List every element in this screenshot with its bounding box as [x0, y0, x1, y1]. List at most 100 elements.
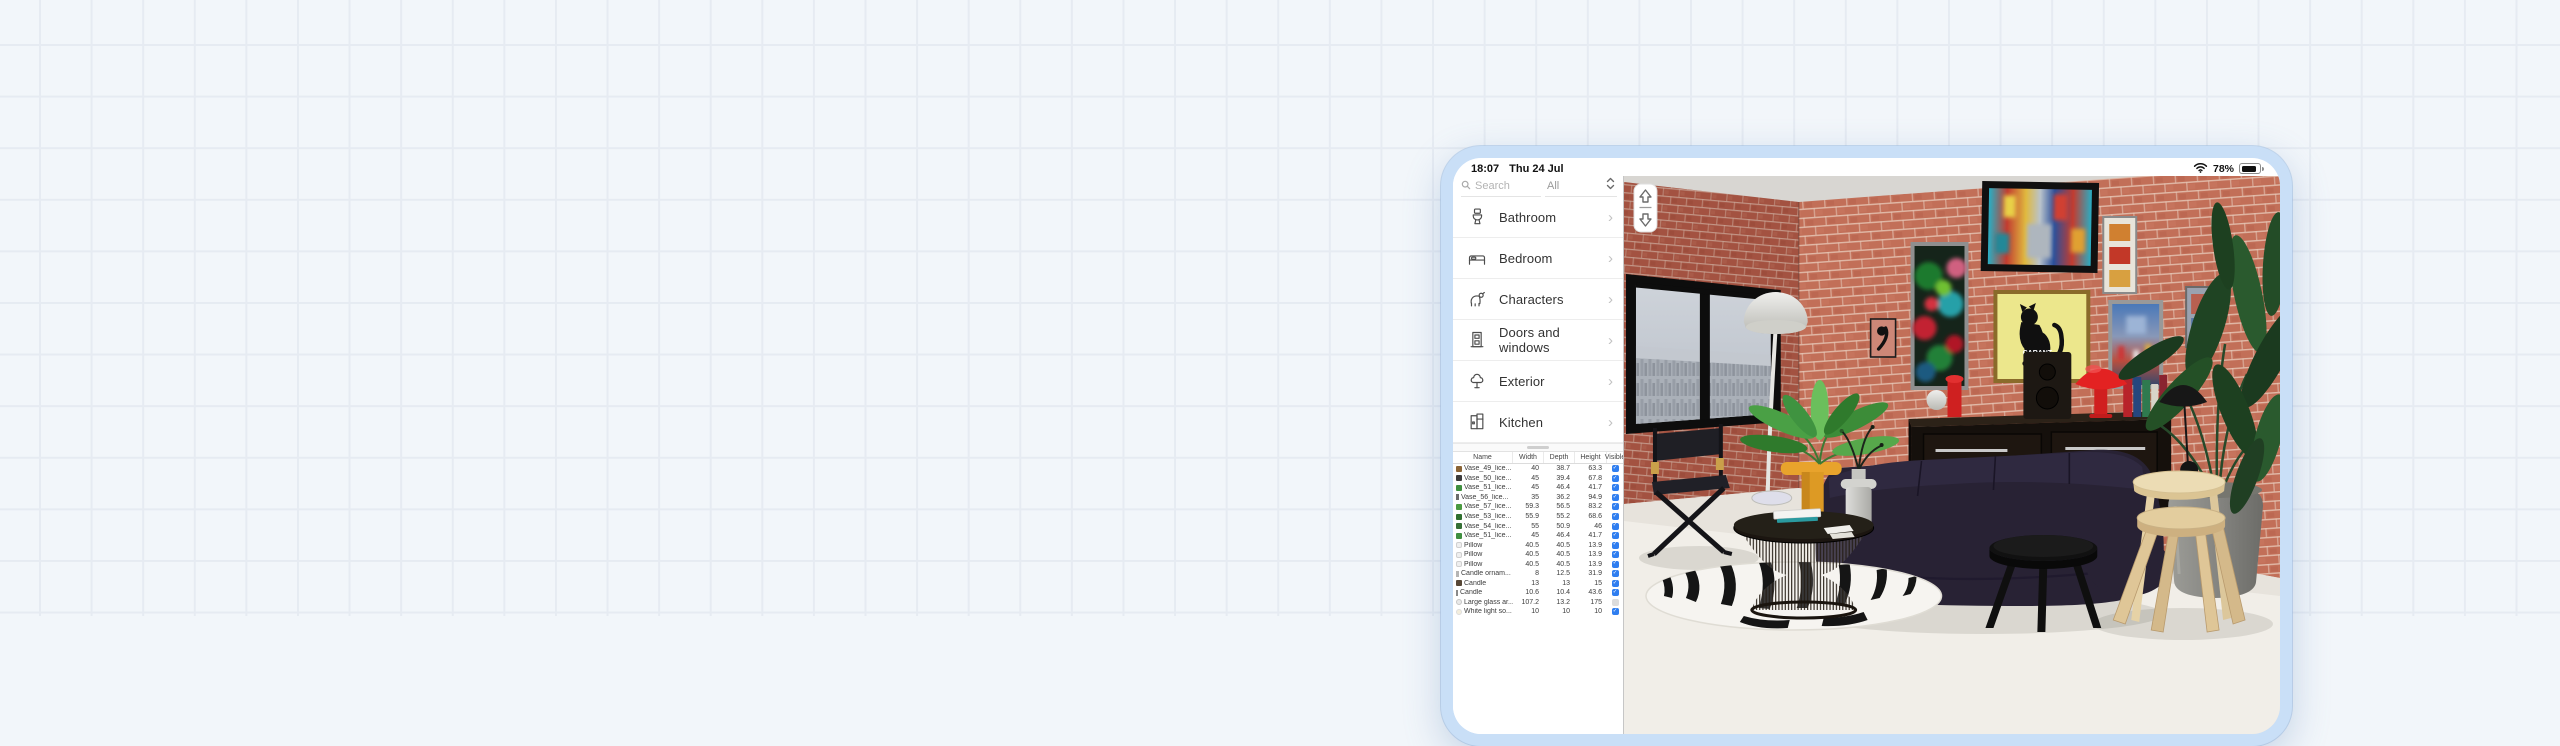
sidebar-item-bedroom[interactable]: Bedroom›: [1453, 238, 1623, 279]
visible-checkbox[interactable]: ✓: [1612, 465, 1619, 472]
objects-table: Name Width Depth Height Visible Vase_49_…: [1453, 452, 1623, 734]
col-width[interactable]: Width: [1513, 452, 1544, 463]
library-sidebar: All Bathroom›Bedroom›Characters›Doors an…: [1453, 176, 1623, 734]
sidebar-item-exterior[interactable]: Exterior›: [1453, 361, 1623, 402]
visible-checkbox[interactable]: ✓: [1612, 484, 1619, 491]
panel-resize-handle[interactable]: [1453, 443, 1623, 452]
clock: 18:07: [1471, 163, 1499, 175]
visible-checkbox[interactable]: ✓: [1612, 532, 1619, 539]
elevation-control[interactable]: [1634, 184, 1657, 232]
search-box[interactable]: [1461, 176, 1541, 197]
sidebar-item-label: Bathroom: [1499, 210, 1596, 225]
visible-checkbox[interactable]: ✓: [1612, 580, 1619, 587]
object-height: 63.3: [1575, 465, 1607, 472]
sidebar-item-bathroom[interactable]: Bathroom›: [1453, 197, 1623, 238]
triptych-frame: [2103, 217, 2136, 293]
sidebar-item-label: Exterior: [1499, 374, 1596, 389]
candle-block-thumbnail: [1456, 580, 1462, 586]
table-row[interactable]: Vase_54_lice...5550.946✓: [1453, 521, 1623, 531]
sidebar-item-label: Doors and windows: [1499, 325, 1596, 355]
table-row[interactable]: Pillow40.540.513.9✓: [1453, 540, 1623, 550]
visible-checkbox[interactable]: ✓: [1612, 513, 1619, 520]
sidebar-item-label: Kitchen: [1499, 415, 1596, 430]
table-row[interactable]: Pillow40.540.513.9✓: [1453, 550, 1623, 560]
object-name: Candle: [1460, 589, 1482, 596]
vase-dark-thumbnail: [1456, 475, 1462, 481]
object-name: Large glass ar...: [1464, 599, 1513, 606]
col-depth[interactable]: Depth: [1544, 452, 1575, 463]
visible-checkbox[interactable]: ✓: [1612, 503, 1619, 510]
object-height: 175: [1575, 599, 1607, 606]
object-height: 67.8: [1575, 475, 1607, 482]
pillow-thumbnail: [1456, 561, 1462, 567]
object-depth: 39.4: [1544, 475, 1575, 482]
object-width: 40.5: [1513, 551, 1544, 558]
table-row[interactable]: Candle131315✓: [1453, 579, 1623, 589]
sideboard-handle: [1936, 449, 2008, 452]
col-name[interactable]: Name: [1453, 452, 1513, 463]
object-height: 41.7: [1575, 532, 1607, 539]
object-depth: 40.5: [1544, 561, 1575, 568]
visible-checkbox[interactable]: ✓: [1612, 475, 1619, 482]
object-name: Candle: [1464, 580, 1486, 587]
status-bar: 18:07 Thu 24 Jul 78%: [1453, 158, 2280, 176]
table-row[interactable]: White light so...101010✓: [1453, 607, 1623, 617]
kitchen-icon: [1467, 412, 1487, 432]
object-height: 13.9: [1575, 551, 1607, 558]
visible-checkbox[interactable]: ✓: [1612, 561, 1619, 568]
object-depth: 46.4: [1544, 532, 1575, 539]
visible-checkbox[interactable]: ✓: [1612, 608, 1619, 615]
object-depth: 12.5: [1544, 570, 1575, 577]
vase-twig-thumbnail: [1456, 466, 1462, 472]
stepper-chevrons-icon: [1606, 177, 1615, 195]
object-height: 68.6: [1575, 513, 1607, 520]
tree-icon: [1467, 371, 1487, 391]
object-width: 107.2: [1513, 599, 1544, 606]
comma-art-frame: [1871, 319, 1896, 357]
col-visible[interactable]: Visible: [1607, 452, 1623, 463]
table-row[interactable]: Vase_56_lice...3536.294.9✓: [1453, 493, 1623, 503]
visible-checkbox[interactable]: [1612, 599, 1619, 606]
table-row[interactable]: Candle ornam...812.531.9✓: [1453, 569, 1623, 579]
table-header: Name Width Depth Height Visible: [1453, 452, 1623, 464]
vase-bush-thumbnail: [1456, 523, 1462, 529]
scene-render: CARANT: [1624, 176, 2280, 734]
category-filter-picker[interactable]: All: [1545, 176, 1617, 197]
table-row[interactable]: Vase_51_lice...4546.441.7✓: [1453, 483, 1623, 493]
table-row[interactable]: Vase_53_lice...55.955.268.6✓: [1453, 512, 1623, 522]
visible-checkbox[interactable]: ✓: [1612, 589, 1619, 596]
col-height[interactable]: Height: [1575, 452, 1607, 463]
table-row[interactable]: Candle10.610.443.6✓: [1453, 588, 1623, 598]
sidebar-item-kitchen[interactable]: Kitchen›: [1453, 402, 1623, 443]
table-row[interactable]: Vase_51_lice...4546.441.7✓: [1453, 531, 1623, 541]
object-height: 13.9: [1575, 561, 1607, 568]
sidebar-item-label: Characters: [1499, 292, 1596, 307]
table-body: Vase_49_lice...4038.763.3✓Vase_50_lice..…: [1453, 464, 1623, 734]
sidebar-item-doors-and-windows[interactable]: Doors and windows›: [1453, 320, 1623, 361]
table-row[interactable]: Vase_50_lice...4539.467.8✓: [1453, 474, 1623, 484]
visible-checkbox[interactable]: ✓: [1612, 523, 1619, 530]
search-input[interactable]: [1475, 180, 1533, 192]
visible-checkbox[interactable]: ✓: [1612, 494, 1619, 501]
visible-checkbox[interactable]: ✓: [1612, 542, 1619, 549]
object-height: 13.9: [1575, 542, 1607, 549]
vase-green-thumbnail: [1456, 504, 1462, 510]
object-width: 40.5: [1513, 561, 1544, 568]
app-screen: 18:07 Thu 24 Jul 78%: [1453, 158, 2280, 734]
scene-3d-view[interactable]: CARANT: [1623, 176, 2280, 734]
vase-slim-thumbnail: [1456, 494, 1459, 500]
object-height: 15: [1575, 580, 1607, 587]
table-row[interactable]: Pillow40.540.513.9✓: [1453, 559, 1623, 569]
object-width: 45: [1513, 484, 1544, 491]
table-row[interactable]: Vase_57_lice...59.356.583.2✓: [1453, 502, 1623, 512]
table-row[interactable]: Large glass ar...107.213.2175: [1453, 598, 1623, 608]
object-depth: 38.7: [1544, 465, 1575, 472]
visible-checkbox[interactable]: ✓: [1612, 570, 1619, 577]
date: Thu 24 Jul: [1509, 163, 1563, 175]
object-name: Pillow: [1464, 561, 1482, 568]
sidebar-item-characters[interactable]: Characters›: [1453, 279, 1623, 320]
object-depth: 55.2: [1544, 513, 1575, 520]
table-row[interactable]: Vase_49_lice...4038.763.3✓: [1453, 464, 1623, 474]
visible-checkbox[interactable]: ✓: [1612, 551, 1619, 558]
white-light-thumbnail: [1456, 609, 1462, 615]
